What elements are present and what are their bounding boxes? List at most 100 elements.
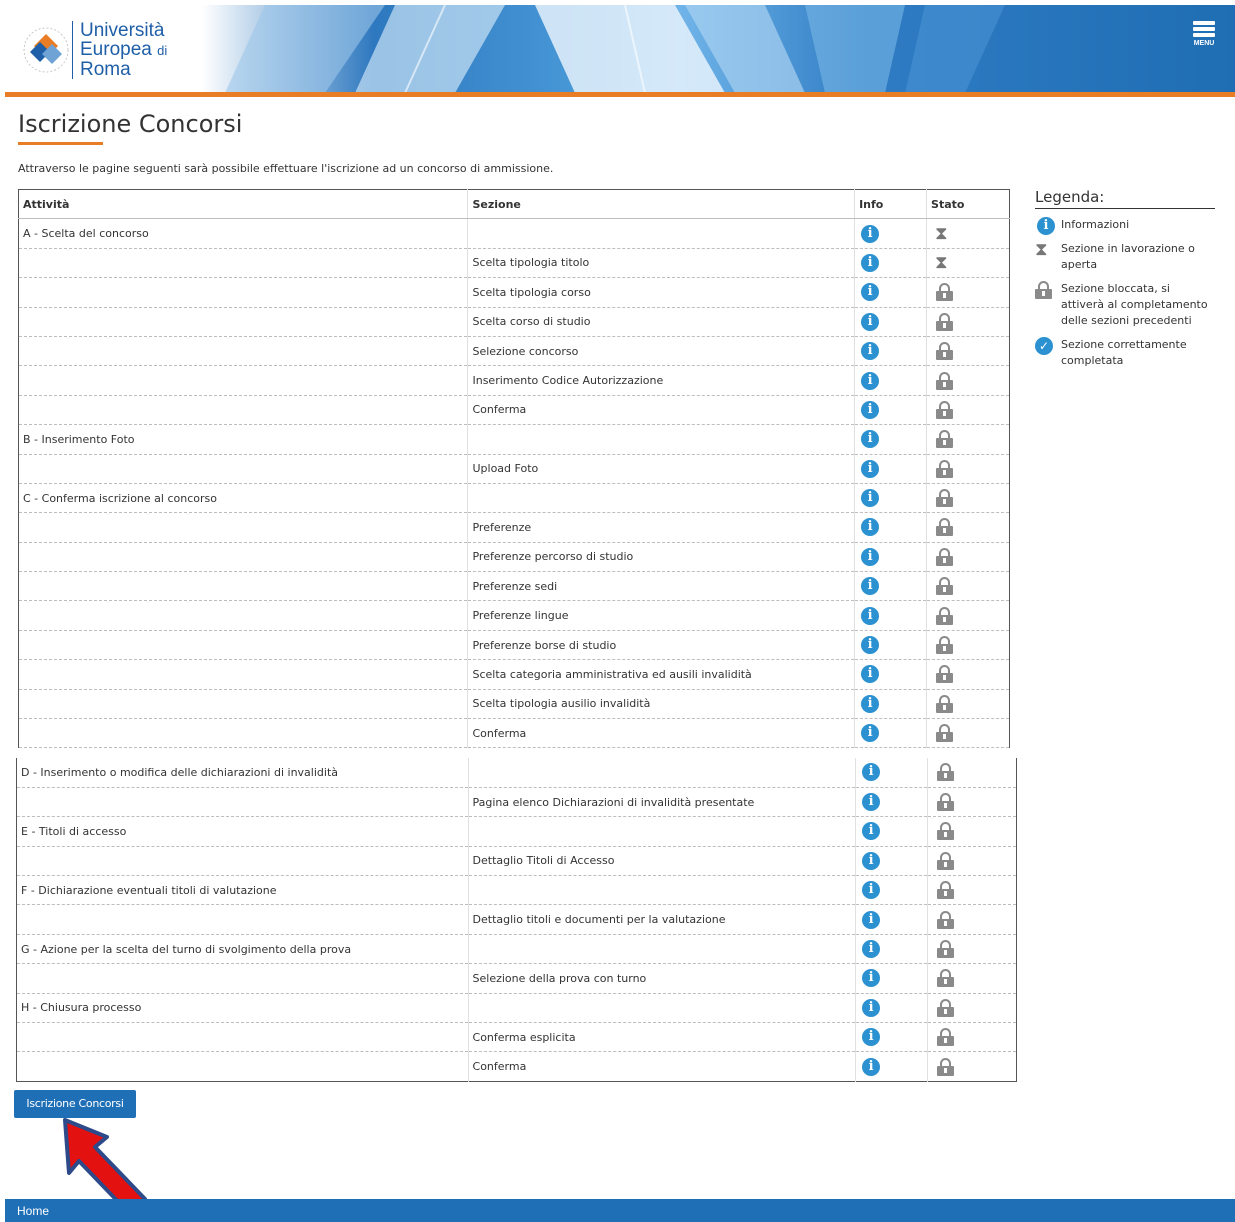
- table-row: Scelta tipologia ausilio invalidità i: [18, 689, 1010, 720]
- table-row: Conferma i: [16, 1051, 1017, 1082]
- info-icon[interactable]: i: [861, 224, 880, 243]
- cell-attivita: [18, 395, 468, 426]
- cell-sezione: Preferenze lingue: [467, 600, 855, 631]
- legend-label: Sezione in lavorazione o aperta: [1061, 242, 1195, 271]
- footer-home-link[interactable]: Home: [17, 1204, 49, 1218]
- page-intro: Attraverso le pagine seguenti sarà possi…: [18, 162, 554, 175]
- table-row: Scelta tipologia corso i: [18, 277, 1010, 308]
- cell-sezione: Inserimento Codice Autorizzazione: [467, 365, 855, 396]
- info-icon[interactable]: i: [862, 881, 881, 900]
- info-icon[interactable]: i: [861, 606, 880, 625]
- table-row: F - Dichiarazione eventuali titoli di va…: [16, 875, 1017, 906]
- cell-attivita: D - Inserimento o modifica delle dichiar…: [16, 758, 469, 788]
- info-icon[interactable]: i: [862, 763, 881, 782]
- cell-attivita: [18, 277, 468, 308]
- cell-stato: [926, 630, 1010, 661]
- lock-icon: [936, 577, 954, 596]
- cell-sezione: Conferma: [467, 1051, 856, 1082]
- lock-icon: [937, 851, 955, 870]
- cell-sezione: Pagina elenco Dichiarazioni di invalidit…: [467, 787, 856, 818]
- cell-stato: [927, 758, 1017, 788]
- cell-sezione: [467, 758, 856, 788]
- header-accent-bar: [5, 92, 1235, 97]
- cell-sezione: [467, 875, 856, 906]
- cell-sezione: Conferma: [467, 395, 855, 426]
- cell-attivita: [18, 336, 468, 367]
- table-row: Dettaglio titoli e documenti per la valu…: [16, 904, 1017, 935]
- table-row: E - Titoli di accesso i: [16, 816, 1017, 847]
- info-icon[interactable]: i: [861, 400, 880, 419]
- info-icon[interactable]: i: [861, 312, 880, 331]
- cell-attivita: A - Scelta del concorso: [18, 218, 468, 249]
- legend: Legenda: i Informazioni ⧗ Sezione in lav…: [1035, 188, 1215, 377]
- info-icon[interactable]: i: [861, 430, 880, 449]
- info-icon[interactable]: i: [862, 910, 881, 929]
- cell-sezione: Preferenze percorso di studio: [467, 542, 855, 573]
- lock-icon: [936, 724, 954, 743]
- cell-stato: [926, 424, 1010, 455]
- header-banner-image: [225, 5, 1005, 93]
- info-icon[interactable]: i: [861, 694, 880, 713]
- legend-item-info: i Informazioni: [1035, 217, 1215, 235]
- cell-stato: [927, 904, 1017, 935]
- title-underline: [18, 142, 103, 145]
- page-title: Iscrizione Concorsi: [18, 110, 243, 138]
- table-header-row: Attività Sezione Info Stato: [18, 189, 1010, 220]
- info-icon[interactable]: i: [862, 998, 881, 1017]
- info-icon[interactable]: i: [861, 665, 880, 684]
- cell-sezione: [467, 424, 855, 455]
- info-icon[interactable]: i: [861, 577, 880, 596]
- cell-stato: ⧗: [926, 248, 1010, 279]
- cell-attivita: H - Chiusura processo: [16, 993, 469, 1024]
- info-icon[interactable]: i: [861, 342, 880, 361]
- lock-icon: [937, 910, 955, 929]
- menu-button[interactable]: MENU: [1187, 19, 1221, 59]
- check-icon: ✓: [1035, 337, 1053, 355]
- cell-attivita: [18, 542, 468, 573]
- info-icon[interactable]: i: [862, 822, 881, 841]
- cell-sezione: Preferenze borse di studio: [467, 630, 855, 661]
- info-icon[interactable]: i: [861, 724, 880, 743]
- hourglass-icon: ⧗: [935, 222, 948, 244]
- cell-info: i: [854, 571, 927, 602]
- cell-info: i: [854, 454, 927, 484]
- info-icon[interactable]: i: [862, 1057, 881, 1076]
- info-icon[interactable]: i: [862, 969, 881, 988]
- info-icon[interactable]: i: [861, 636, 880, 655]
- info-icon[interactable]: i: [861, 518, 880, 537]
- iscrizione-concorsi-button[interactable]: Iscrizione Concorsi: [14, 1090, 136, 1118]
- info-icon[interactable]: i: [861, 253, 880, 272]
- table-row: Preferenze sedi i: [18, 571, 1010, 602]
- table-row: Pagina elenco Dichiarazioni di invalidit…: [16, 787, 1017, 818]
- cell-sezione: Selezione della prova con turno: [467, 963, 856, 994]
- cell-info: i: [855, 787, 928, 818]
- cell-attivita: [18, 454, 468, 484]
- cell-info: i: [855, 1022, 928, 1053]
- university-logo[interactable]: Università Europea di Roma: [20, 15, 195, 85]
- info-icon[interactable]: i: [862, 1028, 881, 1047]
- info-icon[interactable]: i: [862, 851, 881, 870]
- cell-info: i: [854, 718, 927, 749]
- cell-stato: [926, 571, 1010, 602]
- legend-item-lock: Sezione bloccata, si attiverà al complet…: [1035, 281, 1215, 329]
- cell-stato: [927, 1022, 1017, 1053]
- lock-icon: [936, 518, 954, 537]
- cell-sezione: Scelta tipologia titolo: [467, 248, 855, 279]
- info-icon[interactable]: i: [861, 489, 880, 508]
- cell-sezione: Selezione concorso: [467, 336, 855, 367]
- lock-icon: [937, 969, 955, 988]
- cell-attivita: [18, 659, 468, 690]
- info-icon[interactable]: i: [861, 371, 880, 390]
- cell-attivita: [16, 1051, 469, 1082]
- lock-icon: [936, 371, 954, 390]
- info-icon[interactable]: i: [861, 459, 880, 478]
- info-icon[interactable]: i: [861, 283, 880, 302]
- info-icon[interactable]: i: [862, 793, 881, 812]
- cell-attivita: [18, 365, 468, 396]
- info-icon[interactable]: i: [861, 547, 880, 566]
- column-header-stato: Stato: [926, 189, 1010, 220]
- lock-icon: [936, 547, 954, 566]
- cell-attivita: B - Inserimento Foto: [18, 424, 468, 455]
- site-footer: Home: [5, 1199, 1235, 1222]
- info-icon[interactable]: i: [862, 940, 881, 959]
